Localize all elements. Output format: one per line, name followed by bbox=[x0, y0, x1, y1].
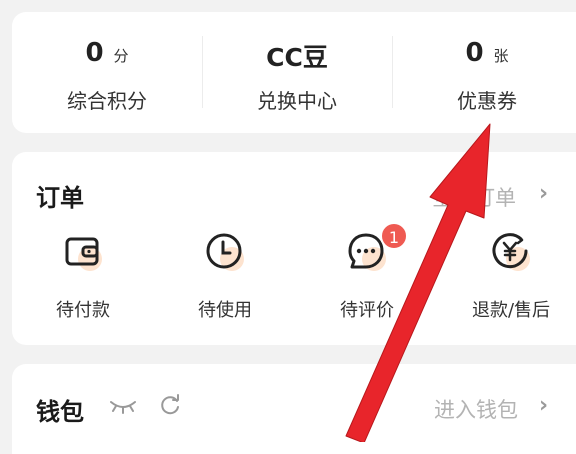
order-item-label: 待评价 bbox=[340, 300, 394, 321]
order-refund[interactable]: 退款/售后 bbox=[446, 222, 576, 322]
points-stat[interactable]: 0分 综合积分 bbox=[12, 12, 202, 133]
orders-title: 订单 bbox=[36, 184, 84, 212]
points-label: 综合积分 bbox=[67, 89, 147, 113]
exchange-stat[interactable]: CC豆 兑换中心 bbox=[202, 12, 392, 133]
eye-closed-icon[interactable] bbox=[108, 396, 138, 416]
clock-icon bbox=[206, 233, 244, 271]
all-orders-link[interactable]: 全部订单 bbox=[432, 182, 516, 212]
yen-refund-icon bbox=[492, 233, 530, 271]
unread-badge: 1 bbox=[380, 222, 408, 250]
order-to-use[interactable]: 待使用 bbox=[160, 222, 290, 322]
wallet-icon bbox=[65, 237, 102, 271]
exchange-value: CC豆 bbox=[266, 43, 328, 72]
coupon-stat[interactable]: 0张 优惠券 bbox=[392, 12, 576, 133]
order-item-label: 退款/售后 bbox=[471, 300, 551, 321]
coupon-label: 优惠券 bbox=[457, 89, 517, 113]
order-to-review[interactable]: 1 待评价 bbox=[302, 222, 432, 322]
chevron-right-icon[interactable]: › bbox=[539, 393, 548, 418]
exchange-label: 兑换中心 bbox=[257, 89, 337, 113]
refresh-icon[interactable] bbox=[158, 393, 182, 417]
orders-card: 订单 全部订单 › 待付款 待使用 1 待评价 退款/售后 bbox=[12, 152, 576, 345]
wallet-card: 钱包 进入钱包 › bbox=[12, 364, 576, 454]
points-value: 0分 bbox=[85, 38, 129, 68]
coupon-value: 0张 bbox=[465, 38, 509, 68]
enter-wallet-link[interactable]: 进入钱包 bbox=[434, 394, 518, 424]
order-item-label: 待使用 bbox=[198, 300, 252, 321]
wallet-title: 钱包 bbox=[36, 398, 84, 426]
stats-card: 0分 综合积分 CC豆 兑换中心 0张 优惠券 bbox=[12, 12, 576, 133]
order-item-label: 待付款 bbox=[56, 300, 110, 321]
order-pending-payment[interactable]: 待付款 bbox=[18, 222, 148, 322]
chevron-right-icon[interactable]: › bbox=[539, 181, 548, 206]
